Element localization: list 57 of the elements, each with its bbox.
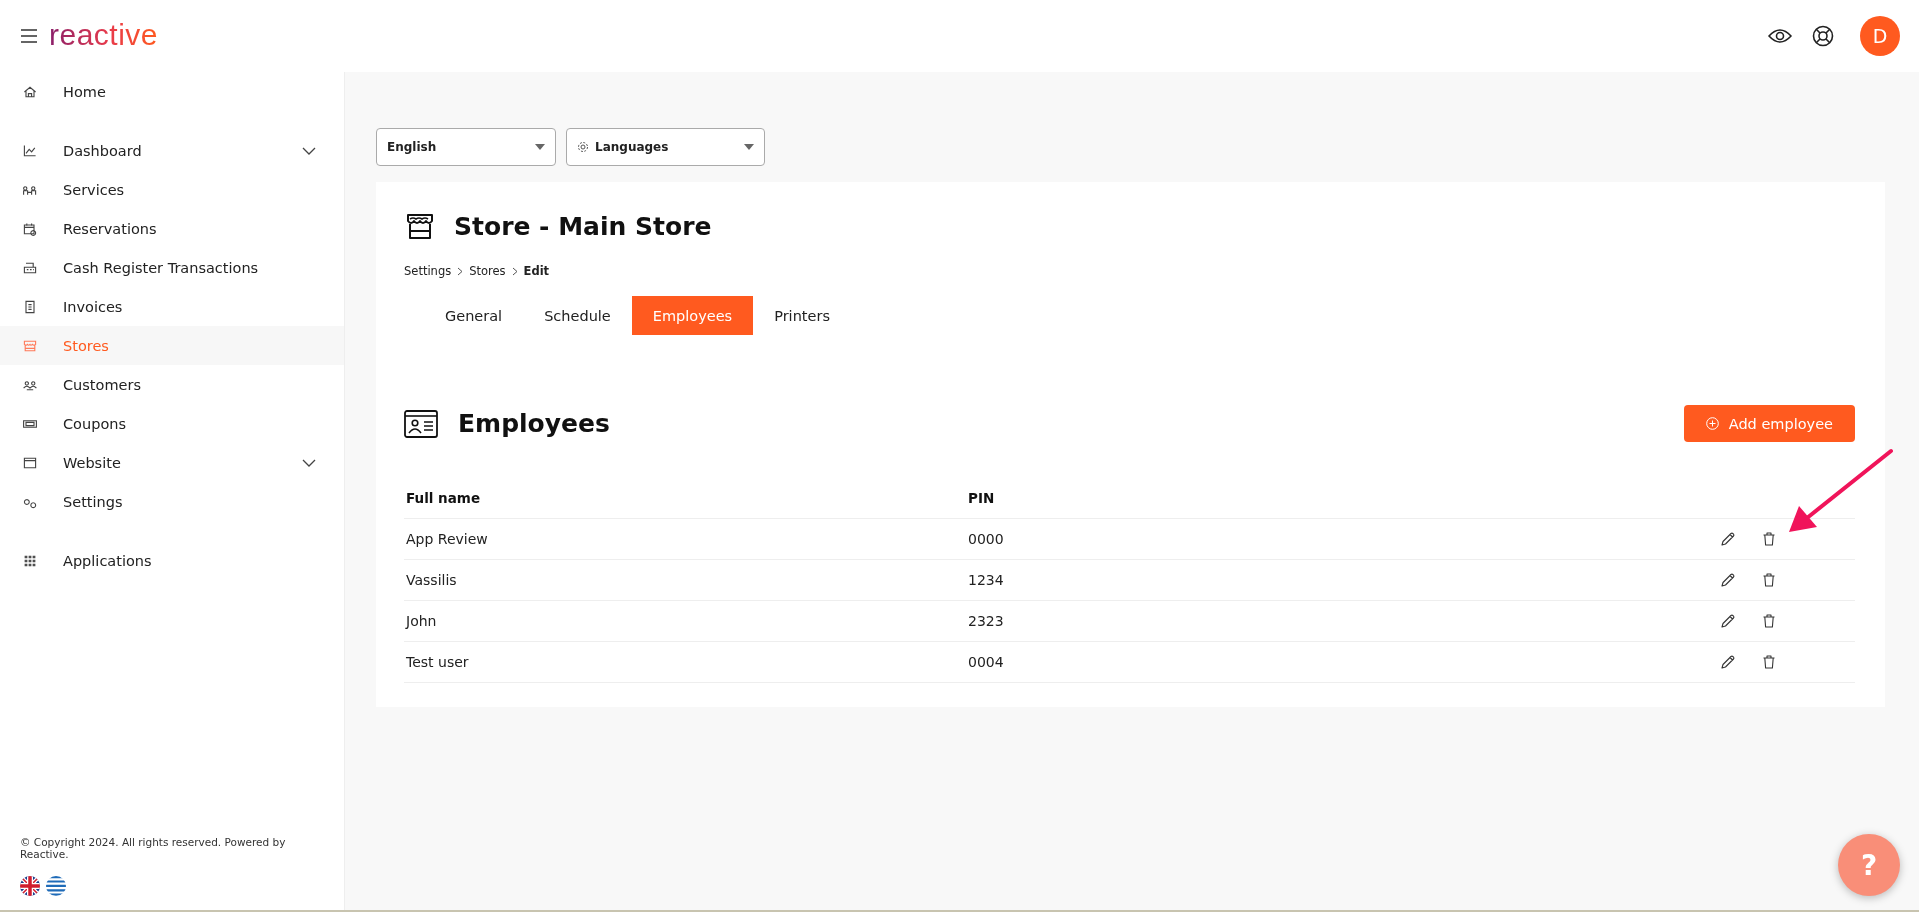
column-header: Full name bbox=[405, 490, 482, 506]
table-cell-text: Vassilis bbox=[405, 572, 458, 588]
trash-icon[interactable] bbox=[1763, 573, 1775, 587]
sidebar-item[interactable]: Services bbox=[0, 170, 344, 209]
sidebar-item[interactable]: Dashboard bbox=[0, 131, 344, 170]
copyright-text: © Copyright 2024. All rights reserved. Powered by Reactive. bbox=[20, 836, 287, 860]
tab[interactable]: General bbox=[424, 296, 524, 335]
table-cell-text: 1234 bbox=[968, 572, 1005, 588]
greece-flag-icon[interactable] bbox=[46, 876, 66, 896]
page-title: Store - Main Store bbox=[454, 211, 712, 241]
table-cell-text: 0004 bbox=[968, 654, 1005, 670]
sidebar-item[interactable]: Home bbox=[0, 72, 344, 111]
table-cell-text: 2323 bbox=[968, 613, 1005, 629]
tab[interactable]: Schedule bbox=[523, 296, 632, 335]
menu-icon[interactable] bbox=[21, 29, 37, 43]
chevron-icon bbox=[457, 266, 464, 276]
sidebar-item[interactable]: Settings bbox=[0, 482, 344, 521]
dropdown[interactable]: Languages bbox=[566, 128, 765, 166]
breadcrumb-link[interactable]: Settings bbox=[404, 264, 452, 278]
lifebuoy-icon[interactable] bbox=[1812, 25, 1834, 47]
trash-icon[interactable] bbox=[1763, 614, 1775, 628]
pencil-icon[interactable] bbox=[1721, 655, 1735, 669]
sidebar-item[interactable]: Applications bbox=[0, 541, 344, 580]
tab[interactable]: Printers bbox=[753, 296, 851, 335]
caret-icon bbox=[535, 144, 545, 150]
chevron-icon bbox=[302, 458, 316, 467]
breadcrumb-current: Edit bbox=[523, 264, 550, 278]
plus-circle-icon bbox=[1705, 417, 1719, 430]
table-cell-text: John bbox=[404, 613, 438, 629]
sidebar-item[interactable]: Customers bbox=[0, 365, 344, 404]
caret-icon bbox=[744, 144, 754, 150]
sidebar-item[interactable]: Coupons bbox=[0, 404, 344, 443]
eye-icon[interactable] bbox=[1768, 28, 1792, 44]
sidebar-item[interactable]: Reservations bbox=[0, 209, 344, 248]
uk-flag-icon[interactable] bbox=[20, 876, 40, 896]
pencil-icon[interactable] bbox=[1721, 532, 1735, 546]
table-cell-text: App Review bbox=[405, 531, 489, 547]
breadcrumb-link[interactable]: Stores bbox=[469, 264, 506, 278]
sidebar-item[interactable]: Invoices bbox=[0, 287, 344, 326]
chevron-icon bbox=[511, 266, 518, 276]
pencil-icon[interactable] bbox=[1721, 614, 1735, 628]
gear-icon bbox=[577, 141, 589, 153]
section-title: Employees bbox=[458, 409, 610, 438]
sidebar-item[interactable]: Website bbox=[0, 443, 344, 482]
trash-icon[interactable] bbox=[1763, 532, 1775, 546]
column-header: PIN bbox=[968, 490, 996, 506]
chart-icon bbox=[22, 142, 38, 159]
calendar-icon bbox=[22, 220, 38, 237]
trash-icon[interactable] bbox=[1763, 655, 1775, 669]
dropdown[interactable]: English bbox=[376, 128, 556, 166]
document-icon bbox=[22, 298, 38, 315]
table-cell-text: Test user bbox=[405, 654, 470, 670]
chevron-icon bbox=[302, 146, 316, 155]
pencil-icon[interactable] bbox=[1721, 573, 1735, 587]
sidebar-item[interactable]: Cash Register Transactions bbox=[0, 248, 344, 287]
table-cell-text: 0000 bbox=[968, 531, 1005, 547]
id-card-icon bbox=[404, 409, 438, 438]
